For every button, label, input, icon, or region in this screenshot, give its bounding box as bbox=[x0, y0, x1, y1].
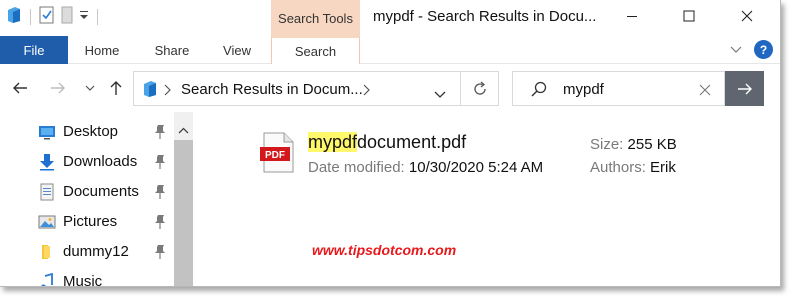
nav-item-music[interactable]: Music bbox=[0, 267, 172, 287]
refresh-icon bbox=[473, 81, 486, 95]
desktop-icon bbox=[38, 123, 56, 141]
forward-button[interactable] bbox=[48, 78, 68, 98]
close-icon bbox=[741, 10, 752, 22]
nav-item-label: dummy12 bbox=[63, 243, 129, 260]
ribbon-tab-bar: File Home Share View Search ? bbox=[0, 36, 780, 64]
date-modified-label: Date modified: bbox=[308, 159, 405, 176]
nav-pane-scrollbar[interactable] bbox=[174, 112, 193, 286]
new-folder-icon[interactable] bbox=[61, 6, 73, 29]
result-size: Size: 255 KB bbox=[590, 136, 677, 153]
nav-item-label: Documents bbox=[63, 183, 139, 200]
pin-icon[interactable] bbox=[153, 154, 167, 170]
size-value: 255 KB bbox=[627, 136, 677, 153]
nav-item-documents[interactable]: Documents bbox=[0, 177, 172, 207]
chevron-down-icon bbox=[85, 85, 95, 91]
qat-separator bbox=[97, 9, 98, 25]
recent-locations-button[interactable] bbox=[80, 78, 100, 98]
search-go-button[interactable] bbox=[725, 71, 764, 106]
pin-icon[interactable] bbox=[153, 184, 167, 200]
authors-value: Erik bbox=[650, 159, 676, 176]
result-item[interactable]: PDF mypdfdocument.pdf Date modified: 10/… bbox=[260, 132, 710, 182]
search-box[interactable]: mypdf bbox=[512, 71, 725, 106]
explorer-window: Search Tools mypdf - Search Results in D… bbox=[0, 0, 781, 287]
title-bar: Search Tools mypdf - Search Results in D… bbox=[0, 0, 780, 36]
pictures-icon bbox=[38, 213, 56, 231]
navigation-pane: Desktop Downloads Documents Pictures dum… bbox=[0, 112, 194, 287]
up-button[interactable] bbox=[106, 78, 126, 98]
tab-file[interactable]: File bbox=[0, 36, 68, 64]
breadcrumb-chevron-icon[interactable] bbox=[164, 83, 171, 101]
customize-qat-icon[interactable] bbox=[79, 8, 89, 26]
result-authors: Authors: Erik bbox=[590, 159, 676, 176]
ribbon-controls: ? bbox=[730, 40, 773, 59]
window-title: mypdf - Search Results in Docu... bbox=[373, 8, 597, 25]
documents-icon bbox=[38, 183, 56, 201]
search-results-icon bbox=[142, 80, 158, 103]
tab-search[interactable]: Search bbox=[271, 36, 360, 64]
tab-home[interactable]: Home bbox=[78, 36, 126, 64]
forward-arrow-icon bbox=[51, 82, 65, 94]
watermark-text: www.tipsdotcom.com bbox=[312, 242, 457, 258]
date-modified-value: 10/30/2020 5:24 AM bbox=[408, 159, 544, 176]
nav-item-label: Desktop bbox=[63, 123, 119, 140]
downloads-icon bbox=[38, 153, 56, 171]
minimize-icon bbox=[626, 16, 637, 17]
chevron-down-icon bbox=[730, 46, 742, 53]
pin-icon[interactable] bbox=[153, 244, 167, 260]
clear-search-button[interactable] bbox=[699, 83, 711, 101]
close-button[interactable] bbox=[718, 0, 775, 32]
nav-item-dummy12[interactable]: dummy12 bbox=[0, 237, 172, 267]
maximize-icon bbox=[683, 10, 694, 22]
arrow-right-icon bbox=[737, 83, 752, 94]
chevron-down-icon bbox=[434, 91, 446, 98]
music-icon bbox=[38, 272, 56, 286]
search-input[interactable]: mypdf bbox=[563, 81, 604, 98]
qat-separator bbox=[30, 9, 31, 25]
search-tools-context-label: Search Tools bbox=[271, 0, 360, 36]
breadcrumb-path[interactable]: Search Results in Docum... bbox=[181, 81, 363, 98]
up-arrow-icon bbox=[110, 81, 122, 95]
help-icon[interactable]: ? bbox=[754, 40, 773, 59]
breadcrumb-chevron-icon[interactable] bbox=[363, 83, 370, 101]
pin-icon[interactable] bbox=[153, 214, 167, 230]
nav-item-downloads[interactable]: Downloads bbox=[0, 147, 172, 177]
folder-icon bbox=[38, 243, 56, 261]
nav-item-pictures[interactable]: Pictures bbox=[0, 207, 172, 237]
search-icon bbox=[531, 81, 547, 102]
quick-access-toolbar bbox=[6, 6, 106, 29]
size-label: Size: bbox=[590, 136, 624, 153]
result-file-name[interactable]: mypdfdocument.pdf bbox=[308, 132, 466, 153]
file-name-rest: document.pdf bbox=[357, 132, 467, 152]
maximize-button[interactable] bbox=[660, 0, 717, 32]
nav-item-label: Pictures bbox=[63, 213, 118, 230]
close-icon bbox=[699, 84, 711, 96]
search-results-pane: PDF mypdfdocument.pdf Date modified: 10/… bbox=[194, 112, 780, 286]
nav-item-label: Music bbox=[63, 273, 103, 287]
pin-icon[interactable] bbox=[153, 124, 167, 140]
minimize-button[interactable] bbox=[603, 0, 660, 32]
pdf-file-icon: PDF bbox=[260, 132, 296, 174]
nav-item-desktop[interactable]: Desktop bbox=[0, 117, 172, 147]
address-bar[interactable]: Search Results in Docum... bbox=[133, 71, 461, 106]
address-history-dropdown[interactable] bbox=[434, 86, 446, 104]
back-arrow-icon bbox=[13, 82, 27, 94]
scrollbar-thumb[interactable] bbox=[174, 140, 193, 286]
nav-item-label: Downloads bbox=[63, 153, 138, 170]
tab-share[interactable]: Share bbox=[148, 36, 196, 64]
explorer-app-icon[interactable] bbox=[6, 6, 22, 29]
search-match-highlight: mypdf bbox=[308, 132, 358, 152]
svg-text:PDF: PDF bbox=[265, 150, 285, 161]
back-button[interactable] bbox=[10, 78, 30, 98]
properties-icon[interactable] bbox=[39, 6, 55, 29]
scroll-up-icon[interactable] bbox=[178, 121, 189, 139]
result-date-modified: Date modified: 10/30/2020 5:24 AM bbox=[308, 159, 543, 176]
refresh-button[interactable] bbox=[461, 71, 499, 106]
tab-view[interactable]: View bbox=[214, 36, 260, 64]
authors-label: Authors: bbox=[590, 159, 646, 176]
address-row: Search Results in Docum... mypdf bbox=[0, 64, 780, 112]
expand-ribbon-button[interactable] bbox=[730, 41, 742, 59]
